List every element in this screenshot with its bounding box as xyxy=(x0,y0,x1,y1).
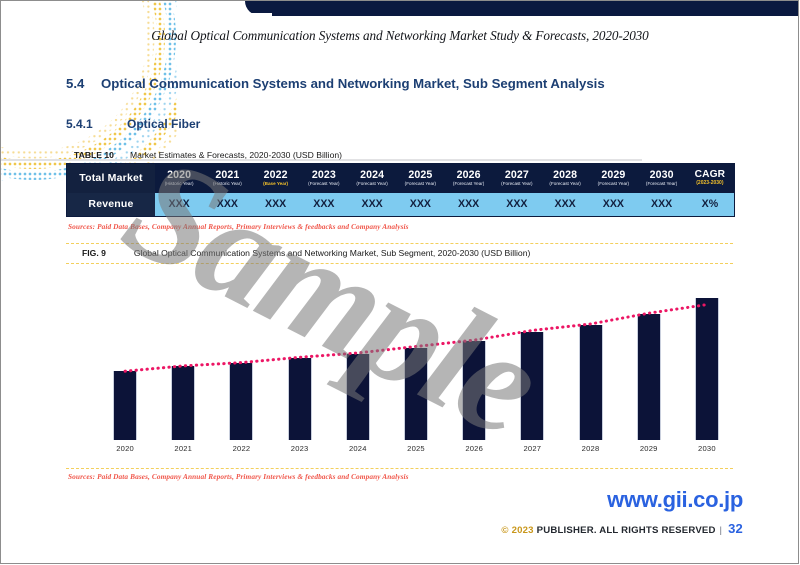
table-col-year: 2027 xyxy=(504,168,529,181)
table-col-subtitle: (Base Year) xyxy=(263,180,289,186)
chart-x-label: 2020 xyxy=(116,444,134,453)
table-cell-value-2028: XXX xyxy=(541,192,590,217)
table-col-year: 2029 xyxy=(601,168,626,181)
table-col-header-2028: 2028 (Forecast Year) xyxy=(541,163,590,193)
footer-separator: | xyxy=(719,525,723,536)
table-col-header-cagr: CAGR (2023-2030) xyxy=(685,163,735,193)
table-col-subtitle: (Historic Year) xyxy=(212,180,242,186)
table-col-header-2022: 2022 (Base Year) xyxy=(251,163,300,193)
chart-x-label: 2026 xyxy=(465,444,484,453)
chart-x-label: 2028 xyxy=(581,444,600,453)
copyright-symbol: © xyxy=(501,525,509,536)
table-cell-value-2030: XXX xyxy=(637,192,686,217)
table-col-header-2024: 2024 (Forecast Year) xyxy=(348,163,397,193)
table-col-year: 2024 xyxy=(360,168,385,181)
table-source-note: Sources: Paid Data Bases, Company Annual… xyxy=(68,222,409,231)
market-estimates-table: Total Market 2020 (Historic Year) 2021 (His… xyxy=(66,163,735,217)
copyright-year: 2023 xyxy=(511,525,534,536)
table-col-subtitle: (Forecast Year) xyxy=(308,180,340,186)
table-caption-text: Market Estimates & Forecasts, 2020-2030 … xyxy=(129,150,343,160)
table-col-year: 2023 xyxy=(311,168,336,181)
chart-x-label: 2023 xyxy=(290,444,309,453)
table-col-header-2029: 2029 (Forecast Year) xyxy=(589,163,638,193)
table-col-year: 2025 xyxy=(408,168,433,181)
figure-label: FIG. 9 xyxy=(82,248,106,258)
figure-caption-text: Global Optical Communication Systems and… xyxy=(133,248,531,258)
table-col-year: 2020 xyxy=(167,168,192,181)
table-col-header-2020: 2020 (Historic Year) xyxy=(155,163,204,193)
top-navy-banner xyxy=(245,1,799,16)
figure-source-rule xyxy=(66,468,733,470)
section-title-5-4: Optical Communication Systems and Networ… xyxy=(101,76,605,91)
chart-x-label: 2030 xyxy=(698,444,716,453)
page-title: Global Optical Communication Systems and… xyxy=(151,28,649,43)
chart-x-label: 2025 xyxy=(407,444,425,453)
table-row-label-total-market: Total Market xyxy=(66,163,155,193)
table-row-label-revenue: Revenue xyxy=(66,192,155,217)
table-col-year: 2022 xyxy=(263,168,288,181)
table-col-subtitle: (Forecast Year) xyxy=(645,180,678,186)
table-col-header-2030: 2030 (Forecast Year) xyxy=(637,163,686,193)
chart-x-label: 2027 xyxy=(523,444,542,453)
chart-x-axis-labels: 2020 2021 2022 2023 2024 2025 2026 2027 2028 2029… xyxy=(96,444,736,458)
section-title-5-4-1: Optical Fiber xyxy=(127,117,201,131)
table-col-subtitle: (Forecast Year) xyxy=(452,180,485,186)
page-number: 32 xyxy=(728,521,743,536)
table-col-subtitle: (Forecast Year) xyxy=(597,180,630,186)
figure-rule-bottom xyxy=(66,263,733,265)
figure-caption: FIG. 9 Global Optical Communication Syste… xyxy=(82,248,530,258)
table-col-header-2027: 2027 (Forecast Year) xyxy=(492,163,541,193)
table-header-row: Total Market 2020 (Historic Year) 2021 (His… xyxy=(66,163,735,193)
table-cell-value-2020: XXX xyxy=(155,192,204,217)
table-cell-value-2024: XXX xyxy=(348,192,397,217)
table-cell-value-2023: XXX xyxy=(299,192,348,217)
table-col-header-2025: 2025 (Forecast Year) xyxy=(396,163,445,193)
table-caption: TABLE 10 Market Estimates & Forecasts, 20… xyxy=(74,150,342,160)
table-cell-value-2029: XXX xyxy=(589,192,638,217)
figure-source-note: Sources: Paid Data Bases, Company Annual… xyxy=(68,472,409,481)
footer-website-url[interactable]: www.gii.co.jp xyxy=(607,487,743,513)
chart-x-label: 2022 xyxy=(232,444,251,453)
table-label: TABLE 10 xyxy=(74,150,114,160)
table-col-subtitle: (Forecast Year) xyxy=(549,180,581,186)
section-number-5-4: 5.4 xyxy=(66,76,85,91)
publisher-text: PUBLISHER. ALL RIGHTS RESERVED xyxy=(536,525,716,536)
table-cell-value-cagr: X% xyxy=(685,192,735,217)
table-cell-value-2026: XXX xyxy=(444,192,493,217)
chart-x-label: 2021 xyxy=(174,444,193,453)
table-col-year: 2028 xyxy=(553,168,578,181)
section-number-5-4-1: 5.4.1 xyxy=(66,117,93,131)
table-col-subtitle: (Forecast Year) xyxy=(356,180,388,186)
footer-copyright: © 2023 PUBLISHER. ALL RIGHTS RESERVED | … xyxy=(501,521,743,536)
chart-x-label: 2029 xyxy=(639,444,658,453)
table-cell-value-2025: XXX xyxy=(396,192,445,217)
table-cell-value-2022: XXX xyxy=(251,192,300,217)
table-value-row: Revenue XXX XXX XXX XXX XXX XXX XXX XXX XXX XXX XX… xyxy=(66,192,735,217)
chart-x-label: 2024 xyxy=(348,444,367,453)
table-col-year: 2026 xyxy=(456,168,481,181)
table-cell-value-2027: XXX xyxy=(492,192,541,217)
table-col-header-2026: 2026 (Forecast Year) xyxy=(444,163,493,193)
table-col-year: 2021 xyxy=(215,168,240,181)
table-col-subtitle: (Forecast Year) xyxy=(501,180,533,186)
table-col-header-2023: 2023 (Forecast Year) xyxy=(299,163,348,193)
table-cell-value-2021: XXX xyxy=(203,192,252,217)
top-banner-curve-mask xyxy=(232,13,272,17)
table-col-subtitle: (Historic Year) xyxy=(164,180,194,186)
figure-rule-top xyxy=(66,243,733,245)
chart-trend-line xyxy=(123,303,709,373)
table-col-subtitle: (2023-2030) xyxy=(696,180,724,187)
table-col-year: 2030 xyxy=(649,168,674,181)
table-col-year: CAGR xyxy=(694,168,726,180)
document-page: Global Optical Communication Systems and… xyxy=(0,0,800,565)
table-col-header-2021: 2021 (Historic Year) xyxy=(203,163,252,193)
table-col-subtitle: (Forecast Year) xyxy=(404,180,437,186)
trend-line xyxy=(123,303,709,373)
bar-chart xyxy=(96,281,736,440)
